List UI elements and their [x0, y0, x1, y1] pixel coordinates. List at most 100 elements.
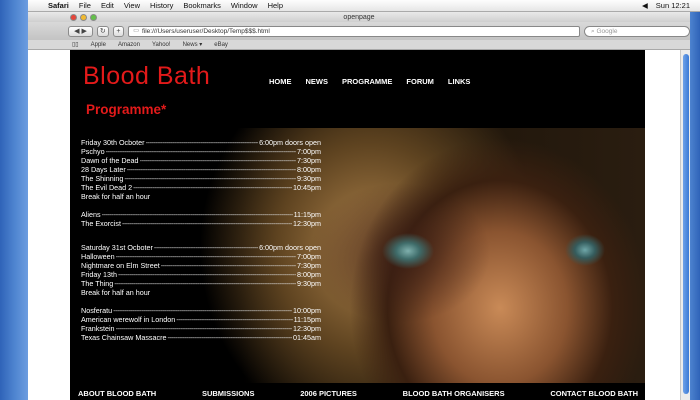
film-title: American werewolf in London — [81, 315, 176, 324]
nav-home[interactable]: HOME — [269, 77, 292, 86]
film-title: Texas Chainsaw Massacre — [81, 333, 167, 342]
web-content: Blood Bath Programme* HOME NEWS PROGRAMM… — [28, 50, 680, 400]
film-title: Dawn of the Dead — [81, 156, 139, 165]
footer-pictures[interactable]: 2006 PICTURES — [300, 389, 357, 398]
search-placeholder: Google — [596, 27, 618, 35]
break-note: Break for half an hour — [81, 288, 151, 297]
desktop-background-right — [690, 12, 700, 400]
menu-view[interactable]: View — [124, 1, 140, 10]
film-time: 01:45am — [293, 333, 321, 342]
film-time: 8:00pm — [297, 270, 321, 279]
bookmark-news[interactable]: News ▾ — [183, 41, 203, 48]
volume-icon[interactable]: ◀ — [642, 1, 648, 10]
film-title: The Exorcist — [81, 219, 121, 228]
safari-window: openpage ◀ ▶ ↻ + ▭ file:///Users/useruse… — [28, 12, 691, 400]
search-field[interactable]: ⌕ Google — [584, 25, 691, 37]
film-title: Halloween — [81, 252, 115, 261]
menu-bookmarks[interactable]: Bookmarks — [183, 1, 221, 10]
address-bar[interactable]: ▭ file:///Users/useruser/Desktop/Temp$$$… — [128, 25, 581, 37]
menu-edit[interactable]: Edit — [101, 1, 114, 10]
back-forward-button[interactable]: ◀ ▶ — [68, 25, 94, 37]
bookmark-ebay[interactable]: eBay — [214, 42, 228, 48]
programme-row: The Evil Dead 2 10:45pm — [81, 183, 321, 192]
footer-contact[interactable]: CONTACT BLOOD BATH — [550, 389, 638, 398]
scrollbar-thumb[interactable] — [683, 54, 689, 394]
toolbar: ◀ ▶ ↻ + ▭ file:///Users/useruser/Desktop… — [28, 22, 691, 40]
title-bar[interactable]: openpage — [28, 12, 690, 22]
film-time: 7:00pm — [297, 252, 321, 261]
doors-time: 6:00pm doors open — [259, 243, 321, 252]
clock[interactable]: Sun 12:21 — [656, 1, 690, 10]
vertical-scrollbar[interactable] — [680, 50, 690, 400]
footer-nav: ABOUT BLOOD BATH SUBMISSIONS 2006 PICTUR… — [78, 389, 638, 398]
film-title: 28 Days Later — [81, 165, 126, 174]
programme-row: The Exorcist 12:30pm — [81, 219, 321, 228]
film-time: 7:30pm — [297, 261, 321, 270]
film-title: Friday 13th — [81, 270, 117, 279]
mac-menu-bar: Safari File Edit View History Bookmarks … — [28, 0, 700, 12]
programme-day-header: Friday 30th Ocboter 6:00pm doors open — [81, 138, 321, 147]
film-title: Nightmare on Elm Street — [81, 261, 160, 270]
break-note: Break for half an hour — [81, 192, 151, 201]
programme-row: Texas Chainsaw Massacre 01:45am — [81, 333, 321, 342]
address-text: file:///Users/useruser/Desktop/Temp$$$.h… — [141, 27, 270, 35]
film-title: Pschyo — [81, 147, 105, 156]
site-logo[interactable]: Blood Bath — [83, 62, 210, 91]
page-file-icon: ▭ — [133, 27, 139, 34]
nav-news[interactable]: NEWS — [306, 77, 329, 86]
add-bookmark-button[interactable]: + — [112, 25, 125, 37]
main-nav: HOME NEWS PROGRAMME FORUM LINKS — [269, 77, 484, 86]
menu-items: Safari File Edit View History Bookmarks … — [48, 1, 283, 10]
footer-submissions[interactable]: SUBMISSIONS — [202, 389, 255, 398]
programme-row: Nosferatu 10:00pm — [81, 306, 321, 315]
book-icon[interactable]: ▯▯ — [72, 41, 79, 48]
programme-row: Pschyo 7:00pm — [81, 147, 321, 156]
programme-row: The Shinning 9:30pm — [81, 174, 321, 183]
film-time: 8:00pm — [297, 165, 321, 174]
menu-extras: ◀ Sun 12:21 — [642, 1, 690, 10]
menu-window[interactable]: Window — [231, 1, 258, 10]
film-time: 11:15pm — [293, 315, 321, 324]
programme-row: Aliens 11:15pm — [81, 210, 321, 219]
film-time: 7:00pm — [297, 147, 321, 156]
film-time: 9:30pm — [297, 279, 321, 288]
film-title: The Shinning — [81, 174, 124, 183]
programme-list: Friday 30th Ocboter 6:00pm doors open Ps… — [81, 138, 321, 342]
window-title: openpage — [343, 13, 375, 21]
film-title: Frankstein — [81, 324, 115, 333]
nav-forum[interactable]: FORUM — [406, 77, 434, 86]
nav-links[interactable]: LINKS — [448, 77, 471, 86]
film-title: The Thing — [81, 279, 114, 288]
bookmark-yahoo[interactable]: Yahoo! — [152, 42, 171, 48]
film-time: 10:00pm — [293, 306, 321, 315]
programme-row: American werewolf in London 11:15pm — [81, 315, 321, 324]
reload-button[interactable]: ↻ — [97, 25, 109, 37]
programme-row: Nightmare on Elm Street 7:30pm — [81, 261, 321, 270]
programme-day-header: Saturday 31st Ocboter 6:00pm doors open — [81, 243, 321, 252]
menu-history[interactable]: History — [150, 1, 173, 10]
menu-help[interactable]: Help — [268, 1, 283, 10]
page-title: Programme* — [86, 102, 167, 117]
programme-row: 28 Days Later 8:00pm — [81, 165, 321, 174]
programme-row: The Thing 9:30pm — [81, 279, 321, 288]
day-label: Friday 30th Ocboter — [81, 138, 145, 147]
programme-row: Frankstein 12:30pm — [81, 324, 321, 333]
film-time: 12:30pm — [293, 324, 321, 333]
bookmark-amazon[interactable]: Amazon — [118, 42, 140, 48]
film-time: 12:30pm — [293, 219, 321, 228]
film-time: 7:30pm — [297, 156, 321, 165]
film-time: 11:15pm — [293, 210, 321, 219]
nav-programme[interactable]: PROGRAMME — [342, 77, 392, 86]
bookmark-apple[interactable]: Apple — [91, 42, 106, 48]
footer-about[interactable]: ABOUT BLOOD BATH — [78, 389, 156, 398]
film-time: 10:45pm — [293, 183, 321, 192]
programme-row: Dawn of the Dead 7:30pm — [81, 156, 321, 165]
menu-file[interactable]: File — [79, 1, 91, 10]
film-time: 9:30pm — [297, 174, 321, 183]
day-label: Saturday 31st Ocboter — [81, 243, 153, 252]
desktop-background — [0, 0, 28, 400]
programme-row: Friday 13th 8:00pm — [81, 270, 321, 279]
film-title: Nosferatu — [81, 306, 113, 315]
menu-safari[interactable]: Safari — [48, 1, 69, 10]
footer-organisers[interactable]: BLOOD BATH ORGANISERS — [403, 389, 505, 398]
